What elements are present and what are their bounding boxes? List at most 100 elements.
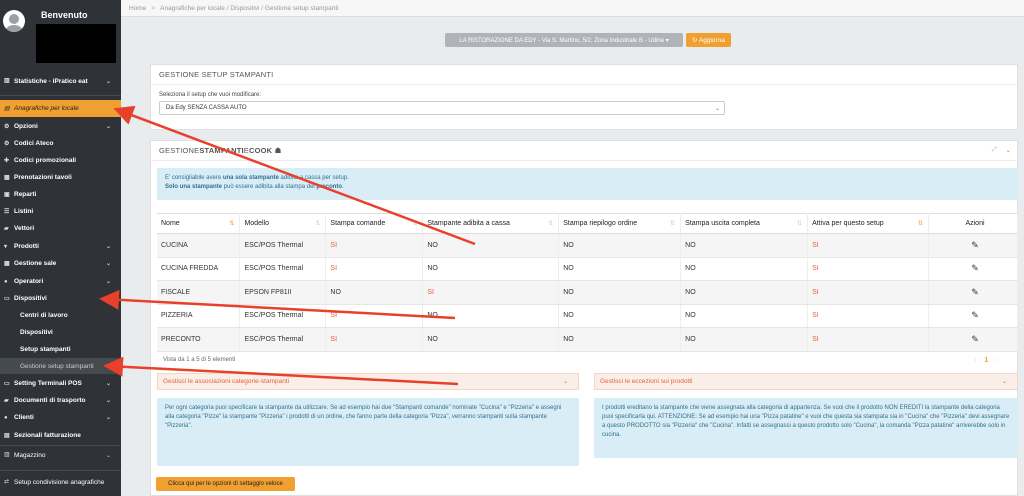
chevron-down-icon: ⌄ <box>105 261 111 267</box>
expand-icon[interactable]: ⤢ <box>992 147 997 154</box>
accordion-eccezioni-prodotti[interactable]: Gestisci le eccezioni sui prodotti ⌄ <box>594 373 1018 390</box>
table-cell: NO <box>680 304 809 328</box>
grid-icon: ▦ <box>4 260 10 267</box>
sidebar-item-statistiche[interactable]: ▥ Statistiche - iPratico eat ⌄ <box>0 73 121 89</box>
table-cell: NO <box>558 233 682 258</box>
column-header-uscita-completa[interactable]: Stampa uscita completa ⇅ <box>680 213 809 234</box>
cogs-icon: ⚙ <box>4 123 10 130</box>
refresh-button[interactable]: ↻ Aggiorna <box>686 33 731 47</box>
edit-icon[interactable]: ✎ <box>928 257 1019 281</box>
printers-panel-title: GESTIONE STAMPANTI E COOK ☗ ⤢ ⌄ <box>151 141 1017 161</box>
hat-icon: ☗ <box>274 146 282 155</box>
table-cell: ESC/POS Thermal <box>239 257 327 281</box>
truck-icon: ▰ <box>4 225 9 232</box>
column-header-nome[interactable]: Nome ⇅ <box>157 213 241 234</box>
breadcrumb: Home > Anagrafiche per locale / Disposit… <box>121 0 1024 17</box>
sidebar-item-anagrafiche[interactable]: ▤ Anagrafiche per locale <box>0 100 121 117</box>
sidebar-item-opzioni[interactable]: ⚙ Opzioni ⌄ <box>0 118 121 135</box>
sidebar-subitem-centri-lavoro[interactable]: Centri di lavoro <box>0 307 121 324</box>
chevron-down-icon: ⌄ <box>105 398 111 404</box>
table-row: PRECONTO ESC/POS Thermal SI NO NO NO SI ✎ <box>157 327 1019 352</box>
truck-icon: ▰ <box>4 397 9 404</box>
cart-icon: ▾ <box>4 243 8 250</box>
share-icon: ⇄ <box>4 479 10 485</box>
chevron-down-icon: ⌄ <box>1001 379 1007 385</box>
column-header-attiva[interactable]: Attiva per questo setup ⇅ <box>807 213 929 234</box>
column-header-modello[interactable]: Modello ⇅ <box>239 213 327 234</box>
location-dropdown[interactable]: LA RISTORAZIONE DA EDY - Via S. Martino,… <box>445 33 683 47</box>
column-header-stampante-cassa[interactable]: Stampante adibita a cassa ⇅ <box>422 213 560 234</box>
table-cell: NO <box>558 304 682 328</box>
table-cell: NO <box>422 304 560 328</box>
sidebar-item-operatori[interactable]: ● Operatori ⌄ <box>0 273 121 290</box>
edit-icon[interactable]: ✎ <box>928 233 1019 258</box>
table-cell: NO <box>558 257 682 281</box>
sidebar-item-codici-promozionali[interactable]: ✚ Codici promozionali <box>0 152 121 169</box>
sidebar-item-prodotti[interactable]: ▾ Prodotti ⌄ <box>0 238 121 255</box>
monitor-icon: ▭ <box>4 380 10 387</box>
edit-icon[interactable]: ✎ <box>928 304 1019 328</box>
column-header-azioni: Azioni <box>928 213 1019 234</box>
sidebar-subitem-dispositivi[interactable]: Dispositivi <box>0 324 121 341</box>
welcome-text: Benvenuto <box>41 10 88 20</box>
sort-icon: ⇅ <box>315 221 321 227</box>
breadcrumb-home[interactable]: Home <box>129 5 146 12</box>
edit-icon[interactable]: ✎ <box>928 280 1019 305</box>
chevron-down-icon: ⌄ <box>105 279 111 285</box>
sidebar-item-reparti[interactable]: ▣ Reparti <box>0 186 121 203</box>
sidebar-item-magazzino[interactable]: ▥ Magazzino ⌄ <box>0 446 121 464</box>
table-cell: SI <box>325 257 424 281</box>
table-cell: NO <box>558 327 682 352</box>
pagination: ‹ 1 › <box>974 357 999 364</box>
table-row: FISCALE EPSON FP81II NO SI NO NO SI ✎ <box>157 280 1019 305</box>
table-cell: EPSON FP81II <box>239 280 327 305</box>
table-cell: NO <box>680 327 809 352</box>
user-icon: ● <box>4 278 8 285</box>
table-cell: SI <box>422 280 560 305</box>
table-cell: SI <box>807 327 929 352</box>
table-cell: SI <box>325 233 424 258</box>
accordion-categorie-stampanti[interactable]: Gestisci le associazioni categorie-stamp… <box>157 373 579 390</box>
table-row: PIZZERIA ESC/POS Thermal SI NO NO NO SI ✎ <box>157 304 1019 328</box>
setup-select[interactable]: Da Edy SENZA CASSA AUTO ⌄ <box>159 101 725 115</box>
sidebar-item-vettori[interactable]: ▰ Vettori <box>0 220 121 237</box>
next-page-icon[interactable]: › <box>996 357 998 364</box>
accordion-eccezioni-text: I prodotti ereditano la stampante che vi… <box>594 398 1018 458</box>
sidebar-item-prenotazioni[interactable]: ▦ Prenotazioni tavoli <box>0 169 121 186</box>
column-header-riepilogo[interactable]: Stampa riepilogo ordine ⇅ <box>558 213 682 234</box>
table-cell: NO <box>680 280 809 305</box>
printers-table: Nome ⇅ Modello ⇅ Stampa comande ⇅ Stampante… <box>157 213 1019 352</box>
box-icon: ▥ <box>4 452 10 458</box>
file-icon: ▤ <box>4 432 10 439</box>
fast-settings-button[interactable]: Clicca qui per le opzioni di settaggio v… <box>156 477 295 491</box>
sidebar-item-codici-ateco[interactable]: ⚙ Codici Ateco <box>0 135 121 152</box>
page-number[interactable]: 1 <box>984 357 988 364</box>
sidebar-item-gestione-sale[interactable]: ▦ Gestione sale ⌄ <box>0 255 121 272</box>
table-cell: ESC/POS Thermal <box>239 304 327 328</box>
calendar-icon: ▦ <box>4 174 10 181</box>
sidebar-item-terminali-pos[interactable]: ▭ Setting Terminali POS ⌄ <box>0 375 121 392</box>
column-header-stampa-comande[interactable]: Stampa comande ⇅ <box>325 213 424 234</box>
sidebar-item-setup-condivisione[interactable]: ⇄ Setup condivisione anagrafiche <box>0 474 121 490</box>
chevron-down-icon: ⌄ <box>105 244 111 250</box>
sidebar-item-documenti-trasporto[interactable]: ▰ Documenti di trasporto ⌄ <box>0 392 121 409</box>
table-cell: NO <box>422 233 560 258</box>
avatar <box>3 10 25 32</box>
bar-chart-icon: ▥ <box>4 78 10 84</box>
list-icon: ☰ <box>4 208 10 215</box>
chevron-down-icon: ⌄ <box>105 452 111 459</box>
sidebar-item-listini[interactable]: ☰ Listini <box>0 203 121 220</box>
prev-page-icon[interactable]: ‹ <box>974 357 976 364</box>
sidebar-subitem-setup-stampanti[interactable]: Setup stampanti <box>0 341 121 358</box>
sidebar-item-dispositivi[interactable]: ▭ Dispositivi ⌄ <box>0 290 121 307</box>
table-cell: SI <box>807 257 929 281</box>
sidebar: Benvenuto ▥ Statistiche - iPratico eat ⌄ ▤… <box>0 0 121 496</box>
sidebar-item-sezionali[interactable]: ▤ Sezionali fatturazione <box>0 427 121 444</box>
sidebar-item-clienti[interactable]: ● Clienti ⌄ <box>0 409 121 426</box>
sidebar-subitem-gestione-setup-stampanti[interactable]: Gestione setup stampanti <box>0 358 121 374</box>
chevron-down-icon[interactable]: ⌄ <box>1006 147 1011 154</box>
edit-icon[interactable]: ✎ <box>928 327 1019 352</box>
table-cell: PIZZERIA <box>157 304 241 328</box>
setup-select-label: Seleziona il setup che vuoi modificare: <box>159 92 262 98</box>
chevron-down-icon: ⌄ <box>105 381 111 387</box>
